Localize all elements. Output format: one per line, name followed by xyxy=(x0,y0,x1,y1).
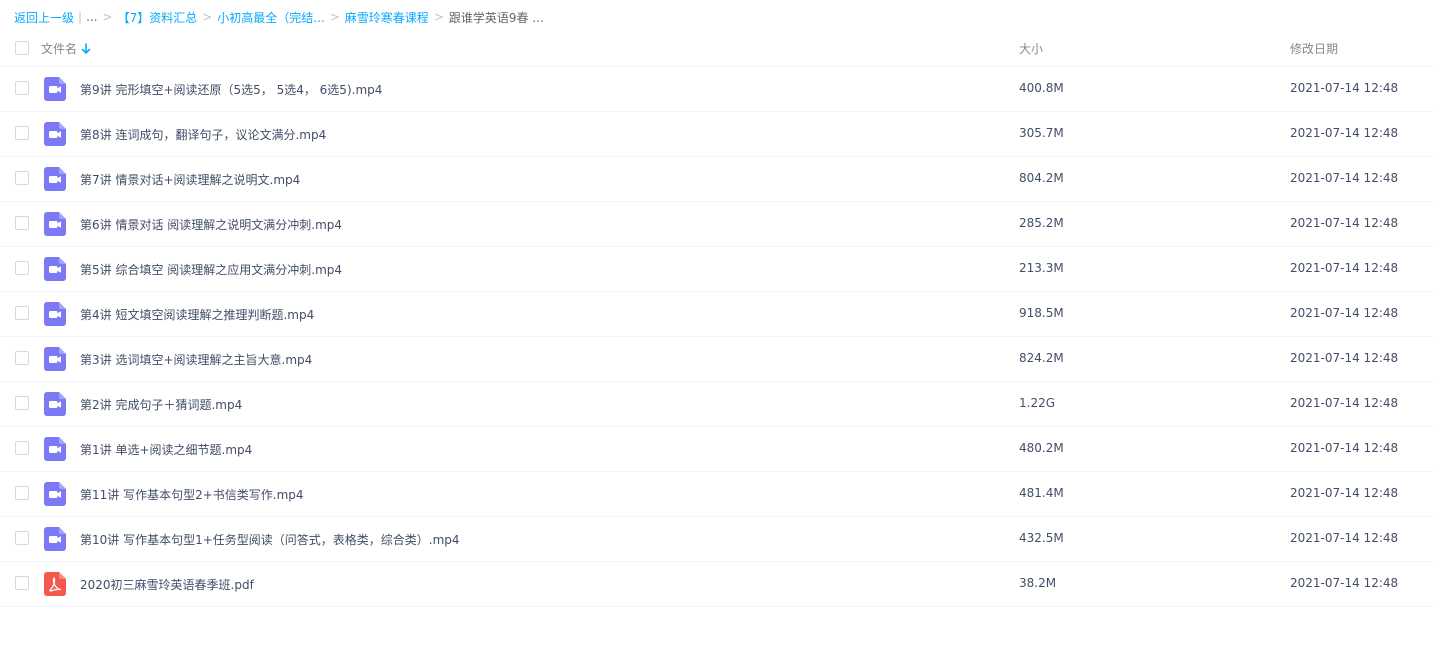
breadcrumb-separator: > xyxy=(202,10,213,24)
file-modified-date: 2021-07-14 12:48 xyxy=(1290,486,1399,500)
file-modified-date: 2021-07-14 12:48 xyxy=(1290,531,1399,545)
video-file-icon xyxy=(44,392,66,416)
column-header-date[interactable]: 修改日期 xyxy=(1290,40,1338,57)
video-file-icon xyxy=(44,257,66,281)
file-modified-date: 2021-07-14 12:48 xyxy=(1290,216,1399,230)
file-size: 305.7M xyxy=(1019,126,1064,140)
file-modified-date: 2021-07-14 12:48 xyxy=(1290,171,1399,185)
column-header-name[interactable]: 文件名 xyxy=(41,40,91,57)
file-size: 285.2M xyxy=(1019,216,1064,230)
breadcrumb-item[interactable]: 【7】资料汇总 xyxy=(118,9,198,26)
video-file-icon xyxy=(44,302,66,326)
file-size: 432.5M xyxy=(1019,531,1064,545)
file-size: 918.5M xyxy=(1019,306,1064,320)
file-size: 213.3M xyxy=(1019,261,1064,275)
file-modified-date: 2021-07-14 12:48 xyxy=(1290,261,1399,275)
row-checkbox[interactable] xyxy=(15,81,29,95)
breadcrumb-item[interactable]: 小初高最全（完结... xyxy=(217,9,324,26)
file-name-link[interactable]: 第4讲 短文填空阅读理解之推理判断题.mp4 xyxy=(80,306,314,323)
file-modified-date: 2021-07-14 12:48 xyxy=(1290,81,1399,95)
file-row[interactable]: 第10讲 写作基本句型1+任务型阅读（问答式，表格类，综合类）.mp4 432.5… xyxy=(0,517,1433,562)
video-file-icon xyxy=(44,347,66,371)
breadcrumb-back-link[interactable]: 返回上一级 xyxy=(14,9,74,26)
file-name-link[interactable]: 第2讲 完成句子＋猜词题.mp4 xyxy=(80,396,242,413)
file-size: 804.2M xyxy=(1019,171,1064,185)
column-header-size[interactable]: 大小 xyxy=(1019,40,1043,57)
file-row[interactable]: 第2讲 完成句子＋猜词题.mp4 1.22G 2021-07-14 12:48 xyxy=(0,382,1433,427)
file-size: 400.8M xyxy=(1019,81,1064,95)
file-name-link[interactable]: 2020初三麻雪玲英语春季班.pdf xyxy=(80,576,254,593)
file-modified-date: 2021-07-14 12:48 xyxy=(1290,396,1399,410)
file-row[interactable]: 第6讲 情景对话 阅读理解之说明文满分冲刺.mp4 285.2M 2021-07-1… xyxy=(0,202,1433,247)
breadcrumb-separator: > xyxy=(433,10,444,24)
file-row[interactable]: 2020初三麻雪玲英语春季班.pdf 38.2M 2021-07-14 12:48 xyxy=(0,562,1433,607)
file-size: 824.2M xyxy=(1019,351,1064,365)
row-checkbox[interactable] xyxy=(15,486,29,500)
file-row[interactable]: 第3讲 选词填空+阅读理解之主旨大意.mp4 824.2M 2021-07-14 1… xyxy=(0,337,1433,382)
video-file-icon xyxy=(44,122,66,146)
breadcrumb-divider: | xyxy=(78,10,83,24)
breadcrumb: 返回上一级 | ... > 【7】资料汇总 > 小初高最全（完结... > 麻雪… xyxy=(14,9,544,25)
video-file-icon xyxy=(44,212,66,236)
breadcrumb-current: 跟谁学英语9春 ... xyxy=(448,10,544,25)
video-file-icon xyxy=(44,77,66,101)
file-size: 38.2M xyxy=(1019,576,1057,590)
row-checkbox[interactable] xyxy=(15,306,29,320)
file-list-header: 文件名 大小 修改日期 xyxy=(0,34,1433,67)
file-modified-date: 2021-07-14 12:48 xyxy=(1290,306,1399,320)
breadcrumb-ellipsis[interactable]: ... xyxy=(86,10,97,24)
file-modified-date: 2021-07-14 12:48 xyxy=(1290,441,1399,455)
breadcrumb-separator: > xyxy=(102,10,113,24)
row-checkbox[interactable] xyxy=(15,126,29,140)
row-checkbox[interactable] xyxy=(15,216,29,230)
row-checkbox[interactable] xyxy=(15,531,29,545)
video-file-icon xyxy=(44,437,66,461)
file-size: 480.2M xyxy=(1019,441,1064,455)
file-modified-date: 2021-07-14 12:48 xyxy=(1290,351,1399,365)
file-row[interactable]: 第7讲 情景对话+阅读理解之说明文.mp4 804.2M 2021-07-14 12… xyxy=(0,157,1433,202)
row-checkbox[interactable] xyxy=(15,576,29,590)
row-checkbox[interactable] xyxy=(15,396,29,410)
file-name-link[interactable]: 第6讲 情景对话 阅读理解之说明文满分冲刺.mp4 xyxy=(80,216,342,233)
file-name-link[interactable]: 第8讲 连词成句，翻译句子，议论文满分.mp4 xyxy=(80,126,326,143)
file-row[interactable]: 第5讲 综合填空 阅读理解之应用文满分冲刺.mp4 213.3M 2021-07-1… xyxy=(0,247,1433,292)
file-name-link[interactable]: 第9讲 完形填空+阅读还原（5选5， 5选4， 6选5).mp4 xyxy=(80,81,382,98)
file-row[interactable]: 第9讲 完形填空+阅读还原（5选5， 5选4， 6选5).mp4 400.8M 20… xyxy=(0,67,1433,112)
row-checkbox[interactable] xyxy=(15,261,29,275)
file-name-link[interactable]: 第10讲 写作基本句型1+任务型阅读（问答式，表格类，综合类）.mp4 xyxy=(80,531,460,548)
video-file-icon xyxy=(44,167,66,191)
video-file-icon xyxy=(44,527,66,551)
file-name-link[interactable]: 第11讲 写作基本句型2+书信类写作.mp4 xyxy=(80,486,304,503)
pdf-file-icon xyxy=(44,572,66,596)
file-row[interactable]: 第1讲 单选+阅读之细节题.mp4 480.2M 2021-07-14 12:48 xyxy=(0,427,1433,472)
file-row[interactable]: 第4讲 短文填空阅读理解之推理判断题.mp4 918.5M 2021-07-14 1… xyxy=(0,292,1433,337)
select-all-checkbox[interactable] xyxy=(15,41,29,55)
file-list: 第9讲 完形填空+阅读还原（5选5， 5选4， 6选5).mp4 400.8M 20… xyxy=(0,67,1433,607)
row-checkbox[interactable] xyxy=(15,441,29,455)
file-size: 1.22G xyxy=(1019,396,1056,410)
file-name-link[interactable]: 第5讲 综合填空 阅读理解之应用文满分冲刺.mp4 xyxy=(80,261,342,278)
file-name-link[interactable]: 第3讲 选词填空+阅读理解之主旨大意.mp4 xyxy=(80,351,312,368)
video-file-icon xyxy=(44,482,66,506)
file-size: 481.4M xyxy=(1019,486,1064,500)
file-row[interactable]: 第8讲 连词成句，翻译句子，议论文满分.mp4 305.7M 2021-07-14 … xyxy=(0,112,1433,157)
breadcrumb-item[interactable]: 麻雪玲寒春课程 xyxy=(345,9,429,26)
row-checkbox[interactable] xyxy=(15,171,29,185)
file-name-link[interactable]: 第1讲 单选+阅读之细节题.mp4 xyxy=(80,441,252,458)
file-row[interactable]: 第11讲 写作基本句型2+书信类写作.mp4 481.4M 2021-07-14 1… xyxy=(0,472,1433,517)
file-name-link[interactable]: 第7讲 情景对话+阅读理解之说明文.mp4 xyxy=(80,171,300,188)
file-modified-date: 2021-07-14 12:48 xyxy=(1290,126,1399,140)
breadcrumb-separator: > xyxy=(329,10,340,24)
sort-arrow-down-icon[interactable] xyxy=(81,42,91,55)
column-header-name-label: 文件名 xyxy=(41,42,78,56)
row-checkbox[interactable] xyxy=(15,351,29,365)
file-modified-date: 2021-07-14 12:48 xyxy=(1290,576,1399,590)
